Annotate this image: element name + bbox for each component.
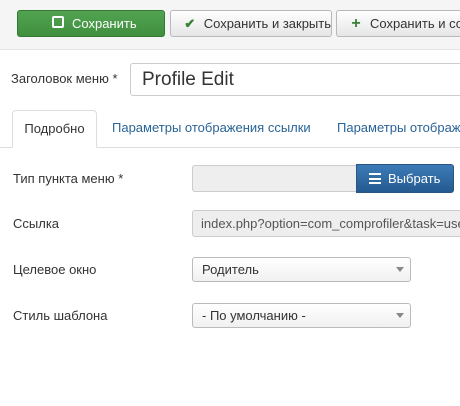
edit-icon xyxy=(50,16,66,31)
template-style-value: - По умолчанию - xyxy=(202,308,306,323)
save-button-label: Сохранить xyxy=(72,16,137,31)
save-and-close-button[interactable]: ✔ Сохранить и закрыть xyxy=(170,10,332,37)
menu-item-type-field[interactable] xyxy=(192,165,356,192)
select-button-label: Выбрать xyxy=(388,171,441,186)
caret-down-icon xyxy=(396,267,404,272)
list-icon xyxy=(369,173,381,184)
caret-down-icon xyxy=(396,313,404,318)
menu-title-input[interactable]: Profile Edit xyxy=(130,63,460,96)
menu-item-type-label: Тип пункта меню * xyxy=(13,171,124,186)
template-style-select[interactable]: - По умолчанию - xyxy=(192,303,411,328)
menu-title-label: Заголовок меню * xyxy=(11,71,118,86)
link-label: Ссылка xyxy=(13,216,60,231)
tab-link-display-options[interactable]: Параметры отображения ссылки xyxy=(112,110,311,148)
tab-page-display-options[interactable]: Параметры отображе xyxy=(337,110,460,148)
check-icon: ✔ xyxy=(184,15,196,31)
target-window-label: Целевое окно xyxy=(13,262,97,277)
link-field[interactable]: index.php?option=com_comprofiler&task=us… xyxy=(192,210,460,237)
tab-bar: Подробно Параметры отображения ссылки Па… xyxy=(0,110,460,148)
target-window-value: Родитель xyxy=(202,262,259,277)
save-and-close-label: Сохранить и закрыть xyxy=(203,16,331,31)
save-button[interactable]: Сохранить xyxy=(17,10,165,37)
template-style-label: Стиль шаблона xyxy=(13,308,108,323)
plus-icon: + xyxy=(351,14,361,32)
save-and-new-button[interactable]: + Сохранить и соз xyxy=(336,10,460,37)
tab-details[interactable]: Подробно xyxy=(12,110,97,148)
save-and-new-label: Сохранить и соз xyxy=(370,16,460,31)
target-window-select[interactable]: Родитель xyxy=(192,257,411,282)
select-menu-type-button[interactable]: Выбрать xyxy=(356,164,454,193)
toolbar: Сохранить ✔ Сохранить и закрыть + Сохран… xyxy=(0,0,460,50)
